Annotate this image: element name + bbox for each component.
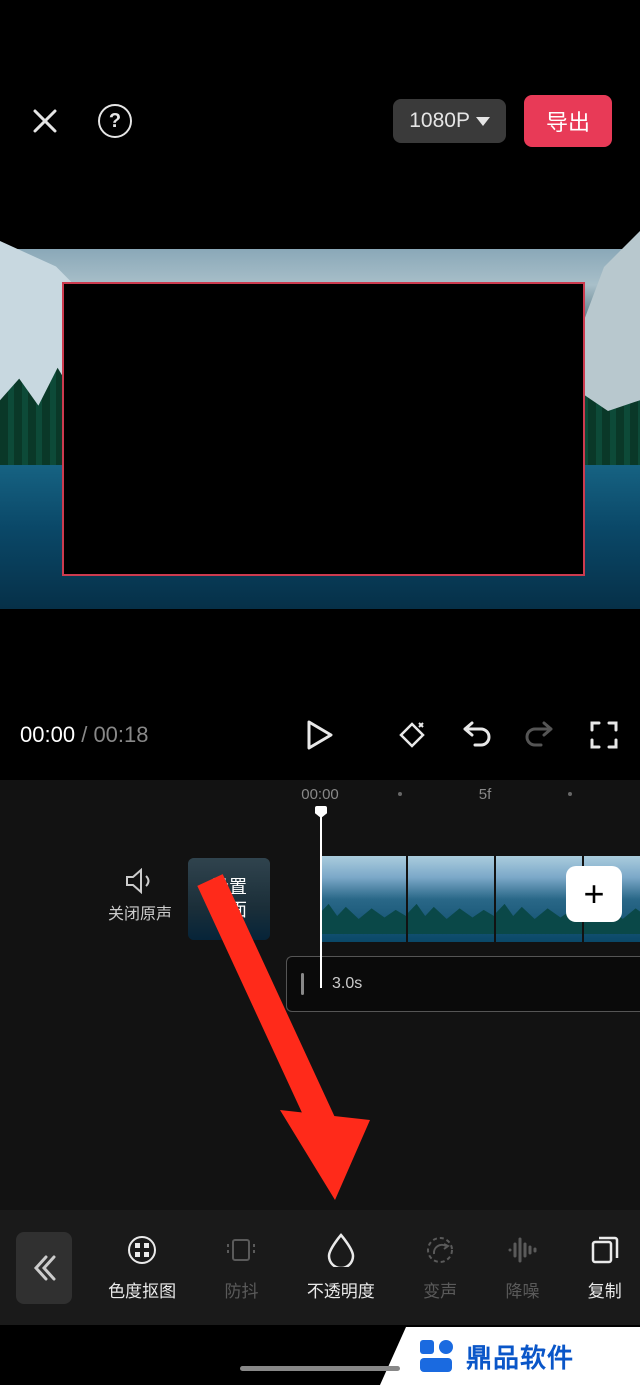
overlay-clip-frame[interactable] — [62, 282, 585, 576]
add-clip-button[interactable]: + — [566, 866, 622, 922]
tool-label: 色度抠图 — [108, 1277, 176, 1302]
top-bar: ? 1080P 导出 — [0, 95, 640, 147]
tool-opacity[interactable]: 不透明度 — [307, 1233, 375, 1302]
time-current: 00:00 — [20, 722, 75, 747]
mute-label: 关闭原声 — [108, 900, 172, 924]
speaker-icon — [125, 868, 155, 894]
tracks-area[interactable]: 关闭原声 设置 封面 + 3.0s — [0, 808, 640, 988]
close-icon — [31, 107, 59, 135]
brand-icon — [416, 1336, 456, 1376]
set-cover-label: 设置 封面 — [211, 876, 247, 923]
export-label: 导出 — [546, 110, 590, 135]
fullscreen-button[interactable] — [588, 719, 620, 751]
fullscreen-icon — [590, 721, 618, 749]
tool-copy[interactable]: 复制 — [588, 1233, 622, 1302]
stable-icon — [224, 1233, 258, 1267]
video-preview[interactable] — [0, 249, 640, 609]
tool-chroma[interactable]: 色度抠图 — [108, 1233, 176, 1302]
denoise-icon — [505, 1233, 539, 1267]
time-ruler[interactable]: 00:00 5f — [0, 780, 640, 808]
tool-label: 复制 — [588, 1277, 622, 1302]
play-button[interactable] — [304, 719, 336, 751]
tool-list: 色度抠图 防抖 不透明度 变声 降 — [72, 1233, 640, 1302]
tool-stable[interactable]: 防抖 — [224, 1233, 258, 1302]
tool-denoise[interactable]: 降噪 — [505, 1233, 539, 1302]
ruler-mark-1: 5f — [479, 786, 492, 803]
tool-voice[interactable]: 变声 — [423, 1233, 457, 1302]
undo-button[interactable] — [460, 719, 492, 751]
overlay-track[interactable]: 3.0s — [286, 956, 640, 1012]
tool-label: 降噪 — [505, 1277, 539, 1302]
keyframe-button[interactable] — [396, 719, 428, 751]
chevron-down-icon — [476, 117, 490, 126]
playback-controls: 00:00 / 00:18 — [0, 710, 640, 760]
redo-icon — [525, 721, 555, 749]
clip-thumb[interactable] — [320, 856, 406, 942]
chevron-left-icon — [32, 1255, 56, 1281]
watermark-text: 鼎品软件 — [466, 1338, 574, 1375]
tool-label: 变声 — [423, 1277, 457, 1302]
tool-label: 不透明度 — [307, 1277, 375, 1302]
copy-icon — [588, 1233, 622, 1267]
mute-button[interactable]: 关闭原声 — [108, 868, 172, 924]
export-button[interactable]: 导出 — [524, 95, 612, 147]
tool-label: 防抖 — [224, 1277, 258, 1302]
resolution-label: 1080P — [409, 109, 470, 133]
plus-icon: + — [583, 873, 604, 915]
close-button[interactable] — [28, 104, 62, 138]
set-cover-button[interactable]: 设置 封面 — [188, 858, 270, 940]
clip-thumb[interactable] — [408, 856, 494, 942]
back-button[interactable] — [16, 1232, 72, 1304]
play-icon — [307, 720, 333, 750]
keyframe-icon — [397, 720, 427, 750]
time-display: 00:00 / 00:18 — [20, 722, 149, 748]
undo-icon — [461, 721, 491, 749]
ruler-mark-0: 00:00 — [301, 786, 339, 803]
help-button[interactable]: ? — [98, 104, 132, 138]
playhead[interactable] — [320, 808, 322, 988]
home-indicator — [240, 1366, 400, 1371]
question-icon: ? — [109, 110, 121, 133]
timeline[interactable]: 00:00 5f 关闭原声 设置 封面 + 3.0s — [0, 780, 640, 1210]
opacity-icon — [324, 1233, 358, 1267]
resolution-button[interactable]: 1080P — [393, 99, 506, 143]
voice-icon — [423, 1233, 457, 1267]
drag-handle-icon[interactable] — [301, 973, 304, 995]
watermark: 鼎品软件 — [380, 1327, 640, 1385]
redo-button[interactable] — [524, 719, 556, 751]
time-total: 00:18 — [93, 722, 148, 747]
clip-duration: 3.0s — [332, 975, 362, 993]
bottom-toolbar: 色度抠图 防抖 不透明度 变声 降 — [0, 1210, 640, 1325]
chroma-icon — [125, 1233, 159, 1267]
